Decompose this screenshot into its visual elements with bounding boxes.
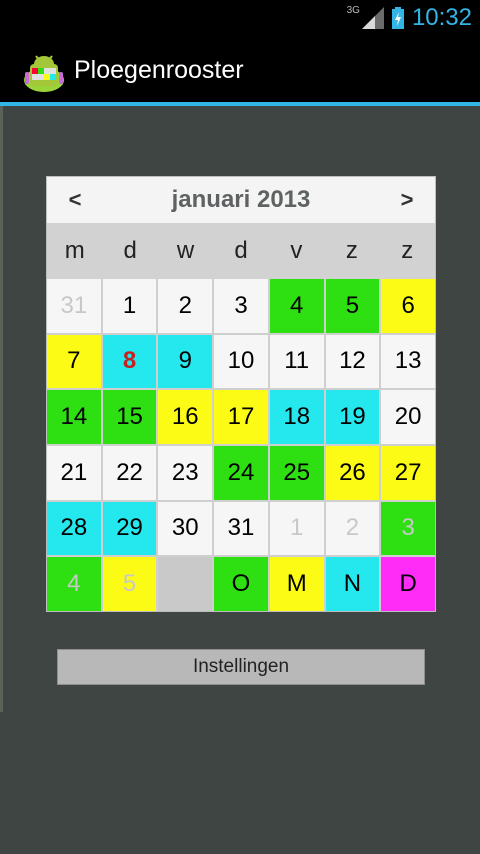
day-cell[interactable]: 5: [102, 557, 157, 611]
day-cell[interactable]: 17: [214, 390, 268, 444]
day-cell[interactable]: 2: [325, 501, 380, 556]
previous-month-button[interactable]: <: [47, 177, 103, 223]
day-cell[interactable]: 31: [214, 501, 268, 556]
weekday-label: w: [176, 237, 195, 264]
day-cell[interactable]: 4: [269, 279, 324, 333]
day-cell-today[interactable]: 8: [102, 334, 157, 389]
day-cell[interactable]: 9: [158, 334, 213, 389]
day-cell[interactable]: 12: [325, 334, 380, 389]
day-cell[interactable]: 29: [102, 501, 157, 556]
day-cell[interactable]: 20: [381, 390, 435, 444]
day-cell[interactable]: 4: [47, 557, 101, 611]
day-cell[interactable]: 22: [102, 446, 157, 500]
day-cell[interactable]: 24: [214, 446, 268, 500]
shift-legend-cell: D: [381, 557, 435, 611]
app-title: Ploegenrooster: [74, 56, 244, 84]
calendar-widget: < januari 2013 > m d w d v z z 31 1 2 3 4 5 6 7…: [46, 176, 436, 612]
day-cell[interactable]: 3: [381, 501, 435, 556]
day-cell[interactable]: 2: [158, 279, 213, 333]
day-cell[interactable]: 11: [269, 334, 324, 389]
day-cell[interactable]: 6: [381, 279, 435, 333]
shift-legend-cell: N: [325, 557, 380, 611]
day-cell[interactable]: 23: [158, 446, 213, 500]
day-cell[interactable]: 1: [102, 279, 157, 333]
weekday-label: z: [345, 237, 358, 264]
day-cell[interactable]: 21: [47, 446, 101, 500]
shift-legend-cell: O: [214, 557, 268, 611]
status-clock: 10:32: [411, 4, 472, 31]
day-cell[interactable]: 16: [158, 390, 213, 444]
day-cell[interactable]: 5: [325, 279, 380, 333]
network-type-label: 3G: [346, 4, 360, 16]
day-cell[interactable]: 31: [47, 279, 101, 333]
day-cell[interactable]: 30: [158, 501, 213, 556]
action-bar: Ploegenrooster: [0, 36, 480, 106]
settings-button[interactable]: Instellingen: [57, 649, 425, 685]
day-cell[interactable]: 15: [102, 390, 157, 444]
next-month-button[interactable]: >: [379, 177, 435, 223]
android-app-icon[interactable]: [22, 50, 66, 94]
day-cell[interactable]: 19: [325, 390, 380, 444]
weekday-header-row: m d w d v z z: [47, 223, 435, 279]
signal-icon: [361, 7, 384, 29]
status-icons: 3G 10:32: [347, 0, 472, 36]
battery-charging-icon: [391, 7, 404, 29]
day-cell[interactable]: 7: [47, 334, 101, 389]
weekday-label: d: [234, 237, 248, 264]
day-grid: 31 1 2 3 4 5 6 7 8 9 10 11 12 13 14 15 16 17 18 19 20 21 22 23 2…: [47, 279, 435, 611]
day-cell[interactable]: 26: [325, 446, 380, 500]
weekday-label: v: [290, 237, 303, 264]
weekday-label: d: [123, 237, 137, 264]
weekday-label: m: [64, 237, 85, 264]
day-cell[interactable]: 13: [381, 334, 435, 389]
day-cell[interactable]: 1: [269, 501, 324, 556]
day-cell[interactable]: 3: [214, 279, 268, 333]
left-divider: [0, 106, 3, 712]
shift-legend-cell: [158, 557, 213, 611]
day-cell[interactable]: 28: [47, 501, 101, 556]
day-cell[interactable]: 18: [269, 390, 324, 444]
calendar-header: < januari 2013 >: [47, 177, 435, 223]
shift-legend-cell: M: [269, 557, 324, 611]
day-cell[interactable]: 27: [381, 446, 435, 500]
day-cell[interactable]: 25: [269, 446, 324, 500]
month-title: januari 2013: [171, 186, 311, 213]
day-cell[interactable]: 14: [47, 390, 101, 444]
weekday-label: z: [401, 237, 414, 264]
day-cell[interactable]: 10: [214, 334, 268, 389]
status-bar: 3G 10:32: [0, 0, 480, 36]
